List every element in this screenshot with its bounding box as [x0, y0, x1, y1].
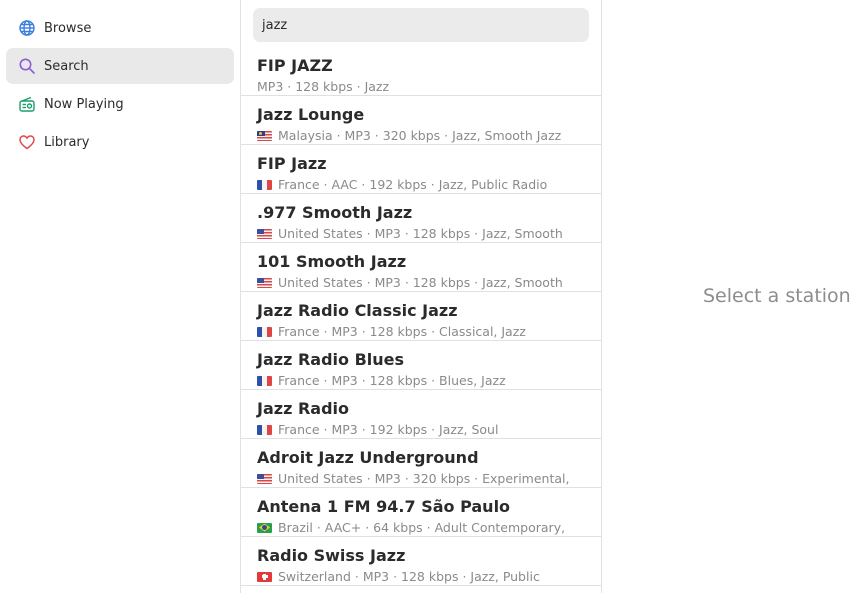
station-title: Antena 1 FM 94.7 São Paulo [257, 497, 511, 516]
station-title: Adroit Jazz Underground [257, 448, 479, 467]
station-row[interactable]: FIP JAZZ MP3 · 128 kbps · Jazz [241, 47, 601, 96]
station-row[interactable]: Antena 1 FM 94.7 São Paulo Brazil · AAC+ … [241, 488, 601, 537]
flag-icon [257, 522, 272, 533]
search-input-value: jazz [262, 17, 288, 33]
station-row[interactable]: Jazz Radio Blues France · MP3 · 128 kbps … [241, 341, 601, 390]
station-meta-text: Malaysia · MP3 · 320 kbps · Jazz, Smooth… [278, 128, 562, 143]
sidebar-item-label: Library [44, 134, 90, 150]
station-meta: France · MP3 · 128 kbps · Classical, Jaz… [257, 324, 587, 339]
station-meta-text: France · AAC · 192 kbps · Jazz, Public R… [278, 177, 548, 192]
station-meta: United States · MP3 · 128 kbps · Jazz, S… [257, 226, 587, 241]
station-meta: Brazil · AAC+ · 64 kbps · Adult Contempo… [257, 520, 587, 535]
station-row[interactable]: Jazz Radio Classic Jazz France · MP3 · 12… [241, 292, 601, 341]
station-meta-text: France · MP3 · 128 kbps · Blues, Jazz [278, 373, 506, 388]
station-meta-text: United States · MP3 · 320 kbps · Experim… [278, 471, 570, 486]
flag-icon [257, 571, 272, 582]
flag-icon [257, 179, 272, 190]
flag-icon [257, 326, 272, 337]
station-meta: United States · MP3 · 128 kbps · Jazz, S… [257, 275, 587, 290]
radio-icon [18, 95, 36, 113]
station-row[interactable]: Adroit Jazz Underground United States · M… [241, 439, 601, 488]
station-row[interactable]: 101 Smooth Jazz United States · MP3 · 128… [241, 243, 601, 292]
sidebar-item-label: Browse [44, 20, 92, 36]
flag-icon [257, 228, 272, 239]
sidebar-item-browse[interactable]: Browse [6, 10, 234, 46]
flag-icon [257, 424, 272, 435]
globe-icon [18, 19, 36, 37]
station-meta-text: United States · MP3 · 128 kbps · Jazz, S… [278, 226, 563, 241]
station-meta: Switzerland · MP3 · 128 kbps · Jazz, Pub… [257, 569, 587, 584]
station-meta-text: Switzerland · MP3 · 128 kbps · Jazz, Pub… [278, 569, 540, 584]
sidebar-item-now-playing[interactable]: Now Playing [6, 86, 234, 122]
station-meta-text: France · MP3 · 128 kbps · Classical, Jaz… [278, 324, 526, 339]
station-meta: Malaysia · MP3 · 320 kbps · Jazz, Smooth… [257, 128, 587, 143]
flag-icon [257, 277, 272, 288]
flag-icon [257, 473, 272, 484]
station-meta: France · AAC · 192 kbps · Jazz, Public R… [257, 177, 587, 192]
empty-state-text: Select a station [703, 285, 851, 307]
sidebar-item-label: Search [44, 58, 89, 74]
flag-icon [257, 375, 272, 386]
station-title: Radio Swiss Jazz [257, 546, 406, 565]
station-title: Jazz Lounge [257, 105, 365, 124]
heart-icon [18, 133, 36, 151]
station-detail-pane: Select a station [602, 0, 857, 593]
station-title: Jazz Radio Classic Jazz [257, 301, 458, 320]
station-title: 101 Smooth Jazz [257, 252, 407, 271]
station-title: Jazz Radio Blues [257, 350, 405, 369]
search-input[interactable]: jazz [253, 8, 589, 42]
flag-icon [257, 130, 272, 141]
results-list: FIP JAZZ MP3 · 128 kbps · Jazz Jazz Lounge… [241, 47, 601, 586]
sidebar-item-label: Now Playing [44, 96, 124, 112]
station-row[interactable]: Radio Swiss Jazz Switzerland · MP3 · 128 … [241, 537, 601, 586]
station-row[interactable]: .977 Smooth Jazz United States · MP3 · 12… [241, 194, 601, 243]
station-row[interactable]: Jazz Lounge Malaysia · MP3 · 320 kbps · J… [241, 96, 601, 145]
station-meta: MP3 · 128 kbps · Jazz [257, 79, 587, 94]
station-row[interactable]: Jazz Radio France · MP3 · 192 kbps · Jazz… [241, 390, 601, 439]
station-title: FIP Jazz [257, 154, 327, 173]
station-title: FIP JAZZ [257, 56, 333, 75]
station-meta-text: Brazil · AAC+ · 64 kbps · Adult Contempo… [278, 520, 566, 535]
sidebar-item-search[interactable]: Search [6, 48, 234, 84]
station-title: .977 Smooth Jazz [257, 203, 413, 222]
station-meta-text: MP3 · 128 kbps · Jazz [257, 79, 390, 94]
station-meta-text: United States · MP3 · 128 kbps · Jazz, S… [278, 275, 563, 290]
search-icon [18, 57, 36, 75]
station-meta: United States · MP3 · 320 kbps · Experim… [257, 471, 587, 486]
station-meta: France · MP3 · 128 kbps · Blues, Jazz [257, 373, 587, 388]
station-row[interactable]: FIP Jazz France · AAC · 192 kbps · Jazz, … [241, 145, 601, 194]
station-meta-text: France · MP3 · 192 kbps · Jazz, Soul [278, 422, 499, 437]
station-meta: France · MP3 · 192 kbps · Jazz, Soul [257, 422, 587, 437]
search-results-pane: jazz FIP JAZZ MP3 · 128 kbps · Jazz Jazz L… [241, 0, 601, 593]
sidebar-item-library[interactable]: Library [6, 124, 234, 160]
sidebar: Browse Search Now Playing Library [0, 0, 240, 593]
station-title: Jazz Radio [257, 399, 349, 418]
